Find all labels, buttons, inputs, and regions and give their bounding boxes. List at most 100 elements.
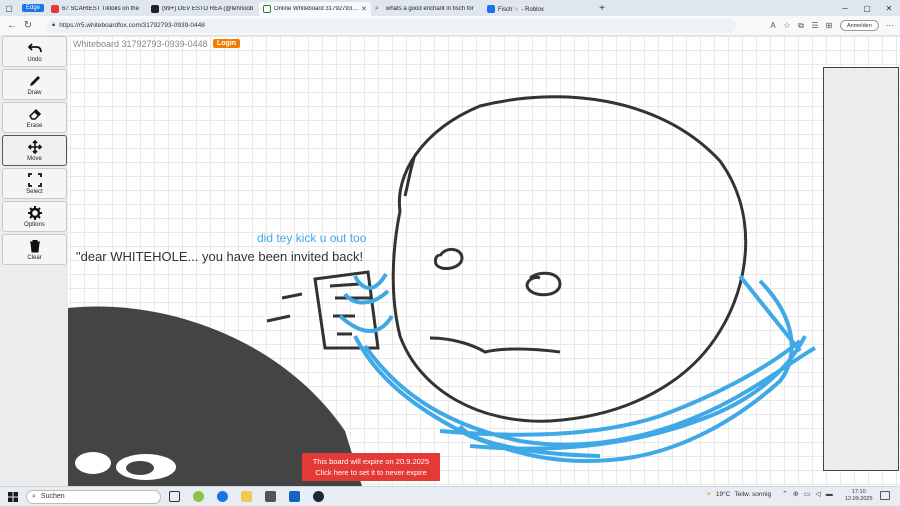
maximize-icon[interactable]: ▢ xyxy=(856,0,878,16)
motion-lines xyxy=(266,292,303,323)
tab-label: 67 SCARIEST Tiktoks on the xyxy=(62,6,139,12)
expiry-line-2: Click here to set it to never expire xyxy=(315,468,427,477)
split-screen-icon[interactable]: ⧉ xyxy=(794,21,808,31)
erase-label: Erase xyxy=(26,122,43,129)
search-label: Suchen xyxy=(40,493,65,500)
clear-label: Clear xyxy=(27,254,42,261)
start-button[interactable] xyxy=(4,491,22,502)
search-icon: ⌕ xyxy=(32,492,36,500)
clear-button[interactable]: Clear xyxy=(2,234,67,265)
trash-icon xyxy=(29,239,40,252)
favorites-list-icon[interactable]: ☰ xyxy=(808,21,822,30)
roblox-icon xyxy=(487,5,496,13)
battery-icon[interactable]: ▬ xyxy=(826,491,833,498)
store-icon[interactable] xyxy=(259,489,281,505)
tab-label: Fisch🐚 - Roblox xyxy=(498,6,544,13)
canvas-text-dark: "dear WHITEHOLE... you have been invited… xyxy=(76,249,364,264)
tool-sidebar: Undo Draw Erase Move Select Options Clea… xyxy=(0,36,68,486)
browser-nav-bar: ← ↻ 🔒︎ https://r5.whiteboardfox.com/3179… xyxy=(0,16,900,36)
minimize-icon[interactable]: ─ xyxy=(834,0,856,16)
right-eye xyxy=(525,271,562,297)
blob-pupil xyxy=(126,461,154,475)
blob-eye-left xyxy=(75,452,111,474)
select-label: Select xyxy=(26,188,43,195)
draw-button[interactable]: Draw xyxy=(2,69,67,100)
undo-icon xyxy=(27,42,42,52)
favorite-icon[interactable]: ☆ xyxy=(780,21,794,30)
sign-in-button[interactable]: Anmelden xyxy=(840,20,879,31)
gear-icon xyxy=(27,205,42,220)
tab-roblox[interactable]: Fisch🐚 - Roblox xyxy=(483,2,595,16)
volume-icon[interactable]: ◁ xyxy=(815,490,820,498)
tray-chevron-icon[interactable]: ⌃ xyxy=(782,490,788,498)
eraser-icon xyxy=(28,108,41,120)
widgets-icon[interactable] xyxy=(187,489,209,505)
edge-taskbar-icon[interactable] xyxy=(211,489,233,505)
login-button[interactable]: Login xyxy=(213,39,241,48)
edge-profile-badge[interactable]: Edge xyxy=(22,4,45,12)
canvas-text-blue: did tey kick u out too xyxy=(257,231,367,245)
youtube-icon xyxy=(51,5,60,13)
new-tab-button[interactable]: + xyxy=(595,3,609,14)
taskbar-search[interactable]: ⌕ Suchen xyxy=(26,489,161,504)
expiry-line-1: This board will expire on 20.9.2025 xyxy=(312,457,430,466)
screen: ▢ Edge 67 SCARIEST Tiktoks on the (99+) … xyxy=(0,0,900,506)
sun-cloud-icon: ☀ xyxy=(706,491,712,498)
outlook-icon[interactable] xyxy=(283,489,305,505)
temperature: 19°C xyxy=(715,490,731,498)
select-icon xyxy=(27,172,42,187)
tab-label: whats a good enchant in fisch for xyxy=(386,6,474,12)
back-icon[interactable]: ← xyxy=(4,20,20,31)
file-explorer-icon[interactable] xyxy=(235,489,257,505)
tab-label: Online Whiteboard 31792793-09 xyxy=(274,6,359,12)
tab-close-icon[interactable]: ✕ xyxy=(361,5,367,13)
move-button[interactable]: Move xyxy=(2,135,67,166)
tab-label: (99+) DEV ESTO REA (@tehnoob xyxy=(162,6,254,12)
move-label: Move xyxy=(27,155,42,162)
pencil-icon xyxy=(29,75,40,86)
tab-whiteboard[interactable]: Online Whiteboard 31792793-09 ✕ xyxy=(259,2,372,16)
network-icon[interactable]: ▭ xyxy=(804,490,811,498)
select-button[interactable]: Select xyxy=(2,168,67,199)
tab-tiktoks[interactable]: 67 SCARIEST Tiktoks on the xyxy=(47,2,147,16)
side-panel[interactable] xyxy=(823,67,899,471)
mouth xyxy=(429,336,561,354)
options-button[interactable]: Options xyxy=(2,201,67,232)
x-icon xyxy=(151,5,160,13)
tab-twitter[interactable]: (99+) DEV ESTO REA (@tehnoob xyxy=(147,2,259,16)
windows-taskbar: ⌕ Suchen ☀ 19°C Teilw. sonnig ⌃ ⊕ ▭ ◁ ▬ … xyxy=(0,486,900,506)
task-view-icon[interactable] xyxy=(163,489,185,505)
left-eye xyxy=(434,248,464,271)
notification-icon[interactable] xyxy=(880,491,890,500)
expiry-banner[interactable]: This board will expire on 20.9.2025 Clic… xyxy=(302,453,440,481)
undo-button[interactable]: Undo xyxy=(2,36,67,67)
close-window-icon[interactable]: ✕ xyxy=(878,0,900,16)
weather-widget[interactable]: ☀ 19°C Teilw. sonnig xyxy=(706,490,772,499)
weather-text: Teilw. sonnig xyxy=(734,490,772,498)
more-icon[interactable]: ⋯ xyxy=(883,21,897,30)
steam-icon[interactable] xyxy=(307,489,329,505)
address-bar[interactable]: 🔒︎ https://r5.whiteboardfox.com/31792793… xyxy=(46,18,736,33)
cup-inner-marks xyxy=(329,282,370,336)
whiteboard-page[interactable]: Undo Draw Erase Move Select Options Clea… xyxy=(0,36,900,486)
refresh-icon[interactable]: ↻ xyxy=(20,20,36,31)
clock-date: 12.09.2025 xyxy=(845,496,873,502)
url-text: https://r5.whiteboardfox.com/31792793-09… xyxy=(59,22,205,29)
lock-icon: 🔒︎ xyxy=(52,22,56,28)
windows-logo-icon xyxy=(8,491,18,502)
tab-search[interactable]: ⌕ whats a good enchant in fisch for xyxy=(371,2,483,16)
taskbar-clock[interactable]: 17:10 12.09.2025 xyxy=(845,489,873,503)
undo-label: Undo xyxy=(27,56,42,63)
window-menu-icon[interactable]: ▢ xyxy=(0,0,18,16)
browser-tab-strip: ▢ Edge 67 SCARIEST Tiktoks on the (99+) … xyxy=(0,0,900,16)
tray-app-icon[interactable]: ⊕ xyxy=(793,490,799,498)
options-label: Options xyxy=(24,221,45,228)
head-outline xyxy=(391,95,748,423)
move-icon xyxy=(27,139,42,154)
erase-button[interactable]: Erase xyxy=(2,102,67,133)
blue-arm-strokes xyxy=(353,274,816,463)
read-aloud-icon[interactable]: A xyxy=(766,21,780,30)
whiteboard-icon xyxy=(263,5,272,13)
collections-icon[interactable]: ⊞ xyxy=(822,21,836,30)
board-title: Whiteboard 31792793-0939-0448 xyxy=(73,39,208,49)
